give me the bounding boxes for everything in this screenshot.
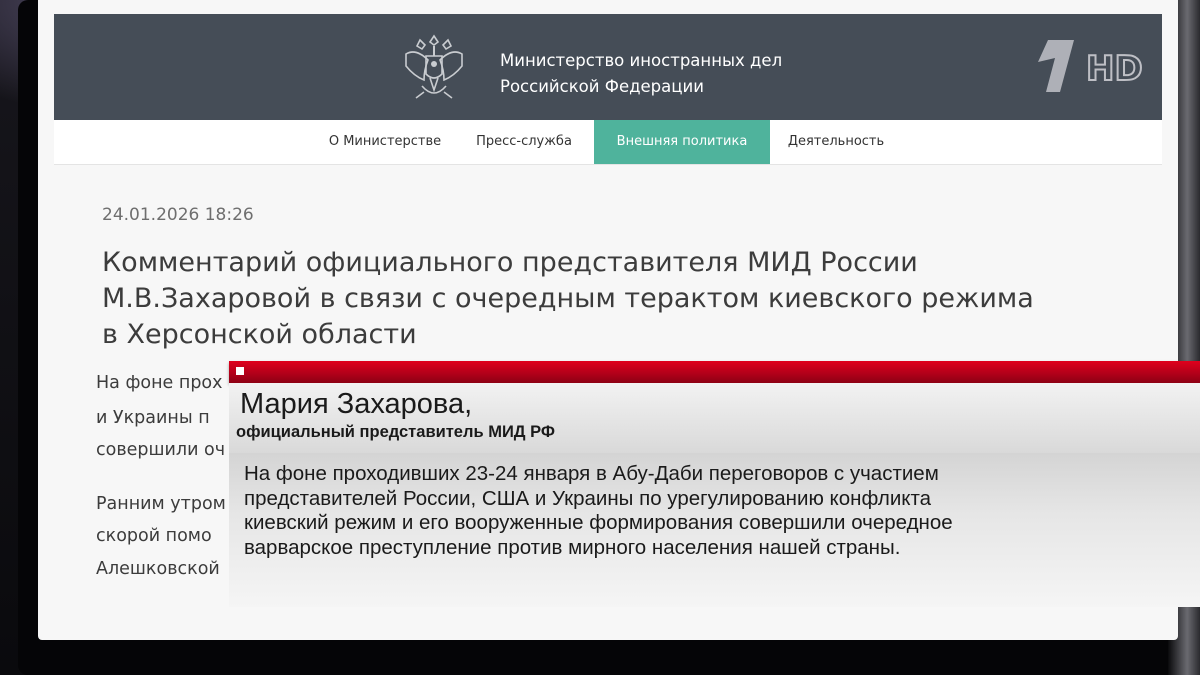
speaker-name: Мария Захарова, bbox=[240, 388, 473, 420]
headline-line: Комментарий официального представителя М… bbox=[102, 247, 918, 278]
quote-line: представителей России, США и Украины по … bbox=[244, 486, 932, 510]
channel-one-logo-icon: HD bbox=[1038, 40, 1144, 92]
lower-third-marker-icon bbox=[236, 367, 244, 375]
quote-text: На фоне проходивших 23-24 января в Абу-Д… bbox=[244, 462, 1184, 560]
quote-line: киевский режим и его вооруженные формиро… bbox=[244, 511, 953, 534]
speaker-role: официальный представитель МИД РФ bbox=[236, 423, 556, 441]
ministry-title-line: Российской Федерации bbox=[500, 77, 704, 96]
nav-item-press[interactable]: Пресс-служба bbox=[466, 120, 582, 164]
article-text: и Украины п bbox=[96, 408, 210, 428]
article-headline: Комментарий официального представителя М… bbox=[102, 245, 1102, 353]
nav-item-activity[interactable]: Деятельность bbox=[782, 120, 890, 164]
double-headed-eagle-icon[interactable] bbox=[400, 28, 468, 108]
main-nav: О Министерстве Пресс-служба Внешняя поли… bbox=[54, 120, 1162, 165]
lower-third-red-bar bbox=[229, 361, 1200, 383]
article-text: скорой помо bbox=[96, 526, 212, 546]
article-text: совершили оч bbox=[96, 440, 226, 460]
headline-line: М.В.Захаровой в связи с очередным теракт… bbox=[102, 283, 1034, 314]
nav-item-foreign-policy[interactable]: Внешняя политика bbox=[594, 120, 770, 164]
ministry-title-line: Министерство иностранных дел bbox=[500, 51, 783, 70]
article-date: 24.01.2026 18:26 bbox=[102, 205, 254, 225]
nav-item-about[interactable]: О Министерстве bbox=[322, 120, 448, 164]
quote-line: варварское преступление против мирного н… bbox=[244, 535, 901, 559]
article-text: Ранним утром bbox=[96, 494, 226, 514]
article-text: На фоне прох bbox=[96, 373, 223, 393]
ministry-title: Министерство иностранных дел Российской … bbox=[500, 48, 782, 100]
article-text: Алешковской bbox=[96, 559, 220, 579]
channel-hd-label: HD bbox=[1086, 49, 1143, 89]
site-header: Министерство иностранных дел Российской … bbox=[54, 14, 1162, 120]
headline-line: в Херсонской области bbox=[102, 319, 417, 350]
quote-line: На фоне проходивших 23-24 января в Абу-Д… bbox=[244, 462, 939, 485]
